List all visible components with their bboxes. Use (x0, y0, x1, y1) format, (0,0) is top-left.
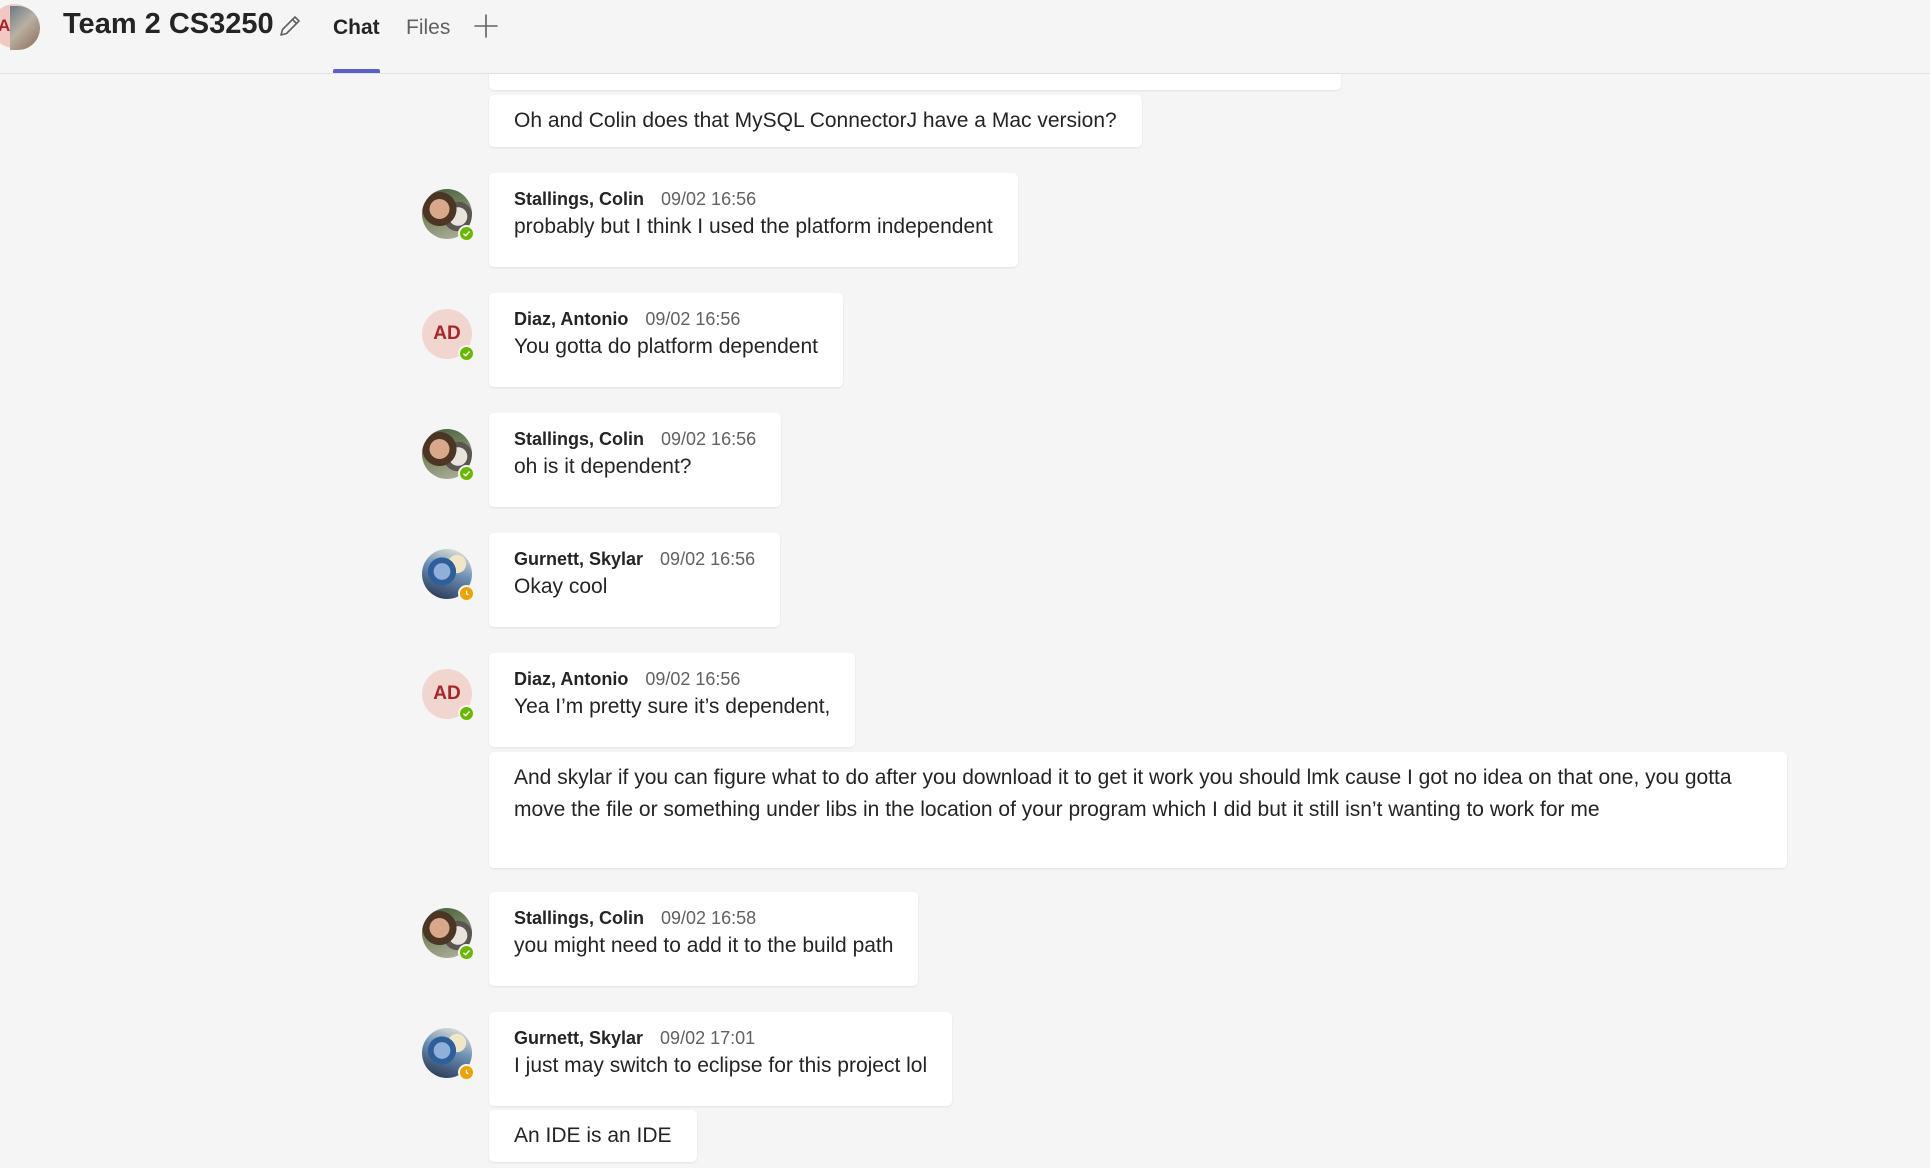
tab-chat[interactable]: Chat (333, 16, 380, 40)
message-bubble: An IDE is an IDE (489, 1110, 697, 1162)
message-header: Gurnett, Skylar 09/02 17:01 (514, 1026, 927, 1050)
message-text: An IDE is an IDE (514, 1124, 672, 1147)
avatar-initials: AD (433, 323, 461, 344)
chat-header: A Team 2 CS3250 Chat Files (0, 0, 1930, 74)
sender-name[interactable]: Gurnett, Skylar (514, 1028, 643, 1048)
message-header: Stallings, Colin 09/02 16:58 (514, 906, 893, 930)
message-bubble: Diaz, Antonio 09/02 16:56 Yea I’m pretty … (489, 653, 856, 747)
avatar[interactable]: AD (422, 669, 475, 722)
active-tab-indicator (333, 69, 380, 73)
timestamp: 09/02 16:58 (661, 908, 757, 928)
message-header: Diaz, Antonio 09/02 16:56 (514, 307, 818, 331)
message-text: And skylar if you can figure what to do … (514, 766, 1732, 821)
available-status-icon (458, 465, 475, 482)
available-status-icon (458, 705, 475, 722)
message-list[interactable]: Oh and Colin does that MySQL ConnectorJ … (0, 74, 1930, 1168)
sender-name[interactable]: Diaz, Antonio (514, 669, 628, 689)
message-text: I just may switch to eclipse for this pr… (514, 1054, 928, 1077)
avatar-initials: AD (433, 683, 461, 704)
away-status-icon (458, 1064, 475, 1081)
avatar[interactable] (422, 908, 475, 961)
previous-message-bubble (489, 74, 1341, 90)
message-bubble: Stallings, Colin 09/02 16:56 probably but… (489, 173, 1018, 267)
message-text: Okay cool (514, 575, 608, 598)
message-header: Gurnett, Skylar 09/02 16:56 (514, 547, 755, 571)
message-text: You gotta do platform dependent (514, 335, 818, 358)
timestamp: 09/02 16:56 (645, 309, 741, 329)
message-header: Stallings, Colin 09/02 16:56 (514, 187, 993, 211)
available-status-icon (458, 225, 475, 242)
avatar[interactable] (422, 189, 475, 242)
sender-name[interactable]: Stallings, Colin (514, 908, 644, 928)
sender-name[interactable]: Gurnett, Skylar (514, 549, 643, 569)
tab-files[interactable]: Files (406, 16, 450, 40)
message-bubble: Stallings, Colin 09/02 16:56 oh is it dep… (489, 413, 782, 507)
timestamp: 09/02 17:01 (660, 1028, 756, 1048)
timestamp: 09/02 16:56 (645, 669, 741, 689)
message-header: Stallings, Colin 09/02 16:56 (514, 427, 756, 451)
timestamp: 09/02 16:56 (661, 189, 757, 209)
group-avatar-photo (10, 6, 40, 50)
available-status-icon (458, 944, 475, 961)
message-text: probably but I think I used the platform… (514, 215, 993, 238)
message-text: you might need to add it to the build pa… (514, 934, 894, 957)
chat-title: Team 2 CS3250 (63, 8, 274, 40)
timestamp: 09/02 16:56 (661, 429, 757, 449)
group-avatar[interactable]: A (0, 4, 44, 52)
timestamp: 09/02 16:56 (660, 549, 756, 569)
message-bubble: Gurnett, Skylar 09/02 17:01 I just may sw… (489, 1012, 953, 1106)
avatar[interactable] (422, 549, 475, 602)
edit-pencil-icon[interactable] (277, 13, 303, 39)
message-bubble: Gurnett, Skylar 09/02 16:56 Okay cool (489, 533, 781, 627)
avatar[interactable] (422, 429, 475, 482)
message-bubble: Oh and Colin does that MySQL ConnectorJ … (489, 95, 1142, 147)
sender-name[interactable]: Stallings, Colin (514, 429, 644, 449)
sender-name[interactable]: Stallings, Colin (514, 189, 644, 209)
message-text: Oh and Colin does that MySQL ConnectorJ … (514, 109, 1117, 132)
avatar[interactable] (422, 1028, 475, 1081)
available-status-icon (458, 345, 475, 362)
sender-name[interactable]: Diaz, Antonio (514, 309, 628, 329)
message-bubble: Diaz, Antonio 09/02 16:56 You gotta do pl… (489, 293, 843, 387)
add-tab-plus-icon[interactable] (472, 12, 500, 40)
away-status-icon (458, 585, 475, 602)
message-bubble: Stallings, Colin 09/02 16:58 you might ne… (489, 892, 919, 986)
message-bubble: And skylar if you can figure what to do … (489, 752, 1787, 868)
avatar[interactable]: AD (422, 309, 475, 362)
message-header: Diaz, Antonio 09/02 16:56 (514, 667, 830, 691)
message-text: Yea I’m pretty sure it’s dependent, (514, 695, 831, 718)
message-text: oh is it dependent? (514, 455, 692, 478)
